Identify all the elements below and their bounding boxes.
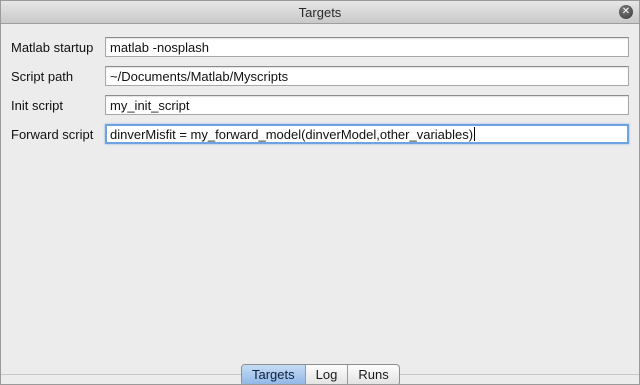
matlab-startup-row: Matlab startup matlab -nosplash [1, 37, 639, 59]
forward-script-label: Forward script [11, 127, 94, 142]
tab-runs[interactable]: Runs [348, 365, 398, 384]
script-path-value: ~/Documents/Matlab/Myscripts [110, 69, 289, 84]
tab-bar: Targets Log Runs [241, 364, 400, 384]
targets-window: Targets ✕ Matlab startup matlab -nosplas… [0, 0, 640, 385]
script-path-label: Script path [11, 69, 74, 84]
title-bar[interactable]: Targets ✕ [1, 1, 639, 24]
init-script-field[interactable]: my_init_script [105, 95, 629, 115]
matlab-startup-value: matlab -nosplash [110, 40, 209, 55]
tab-targets[interactable]: Targets [242, 365, 306, 384]
matlab-startup-field[interactable]: matlab -nosplash [105, 37, 629, 57]
init-script-row: Init script my_init_script [1, 95, 639, 117]
init-script-label: Init script [11, 98, 64, 113]
init-script-value: my_init_script [110, 98, 190, 113]
matlab-startup-label: Matlab startup [11, 40, 94, 55]
script-path-row: Script path ~/Documents/Matlab/Myscripts [1, 66, 639, 88]
close-icon[interactable]: ✕ [619, 5, 633, 19]
forward-script-field[interactable]: dinverMisfit = my_forward_model(dinverMo… [105, 124, 629, 144]
forward-script-value: dinverMisfit = my_forward_model(dinverMo… [110, 127, 474, 142]
script-path-field[interactable]: ~/Documents/Matlab/Myscripts [105, 66, 629, 86]
forward-script-row: Forward script dinverMisfit = my_forward… [1, 124, 639, 146]
window-title: Targets [298, 5, 342, 20]
tab-log[interactable]: Log [306, 365, 349, 384]
text-caret [474, 127, 476, 141]
